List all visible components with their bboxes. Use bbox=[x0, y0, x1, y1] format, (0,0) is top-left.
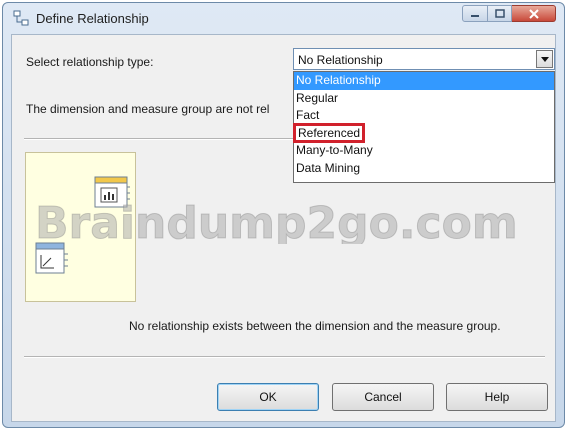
minimize-button[interactable] bbox=[462, 5, 488, 22]
selected-relationship-type: No Relationship bbox=[298, 53, 383, 67]
dropdown-option-many-to-many[interactable]: Many-to-Many bbox=[294, 142, 554, 160]
maximize-button[interactable] bbox=[488, 5, 512, 22]
watermark-text: Braindump2go.com bbox=[35, 198, 518, 244]
dimension-icon bbox=[34, 241, 70, 277]
window-title: Define Relationship bbox=[36, 11, 149, 26]
relationship-type-label: Select relationship type: bbox=[26, 55, 154, 69]
relationship-type-select[interactable]: No Relationship bbox=[293, 48, 555, 70]
caption-buttons bbox=[462, 5, 556, 23]
watermark: Braindump2go.com bbox=[35, 198, 518, 245]
separator-bottom bbox=[24, 356, 545, 358]
relationship-icon bbox=[13, 10, 29, 26]
referenced-highlight-box: Referenced bbox=[292, 122, 366, 143]
dropdown-option-referenced[interactable]: Referenced bbox=[292, 122, 554, 143]
dropdown-arrow-button[interactable] bbox=[536, 50, 553, 68]
help-button[interactable]: Help bbox=[446, 383, 548, 411]
minimize-icon bbox=[471, 14, 479, 17]
relationship-status-text: The dimension and measure group are not … bbox=[26, 102, 270, 116]
chevron-down-icon bbox=[540, 56, 549, 62]
title-bar[interactable]: Define Relationship bbox=[3, 3, 564, 33]
close-button[interactable] bbox=[512, 5, 556, 22]
relationship-type-dropdown-list: No Relationship Regular Fact Referenced … bbox=[292, 71, 555, 183]
cancel-button[interactable]: Cancel bbox=[332, 383, 434, 411]
dropdown-option-fact[interactable]: Fact bbox=[294, 107, 554, 125]
ok-button[interactable]: OK bbox=[217, 383, 319, 411]
close-icon bbox=[528, 8, 539, 19]
dropdown-option-data-mining[interactable]: Data Mining bbox=[294, 160, 554, 178]
relationship-description: No relationship exists between the dimen… bbox=[129, 319, 501, 333]
dropdown-option-no-relationship[interactable]: No Relationship bbox=[294, 72, 554, 90]
dropdown-option-regular[interactable]: Regular bbox=[294, 90, 554, 108]
maximize-icon bbox=[494, 9, 505, 18]
